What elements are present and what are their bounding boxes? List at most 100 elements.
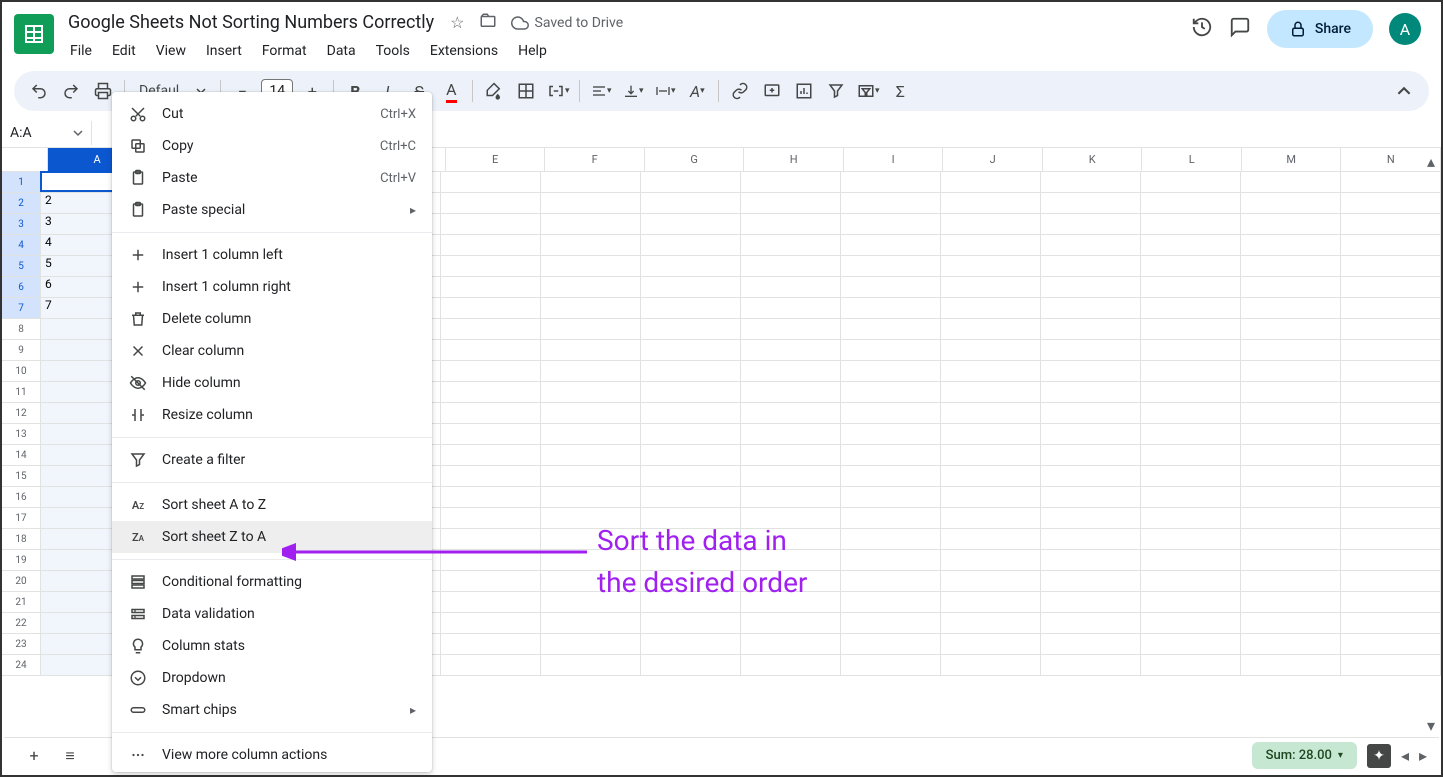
cell-J15[interactable] <box>941 466 1041 487</box>
cell-G19[interactable] <box>641 550 741 571</box>
menu-item-create-a-filter[interactable]: Create a filter <box>112 444 432 476</box>
cell-K14[interactable] <box>1041 445 1141 466</box>
cell-I16[interactable] <box>841 487 941 508</box>
cell-K15[interactable] <box>1041 466 1141 487</box>
cell-E21[interactable] <box>441 592 541 613</box>
row-header-19[interactable]: 19 <box>2 550 41 571</box>
cell-M19[interactable] <box>1241 550 1341 571</box>
cell-M14[interactable] <box>1241 445 1341 466</box>
cell-H10[interactable] <box>741 361 841 382</box>
menu-data[interactable]: Data <box>319 39 364 63</box>
cell-J11[interactable] <box>941 382 1041 403</box>
cell-I18[interactable] <box>841 529 941 550</box>
menu-item-data-validation[interactable]: Data validation <box>112 598 432 630</box>
col-header-l[interactable]: L <box>1142 148 1242 171</box>
cell-H5[interactable] <box>741 256 841 277</box>
cell-H22[interactable] <box>741 613 841 634</box>
cell-I15[interactable] <box>841 466 941 487</box>
menu-item-clear-column[interactable]: Clear column <box>112 335 432 367</box>
cell-G18[interactable] <box>641 529 741 550</box>
scroll-right-icon[interactable]: ▸ <box>1419 746 1427 765</box>
wrap-icon[interactable]: ▾ <box>650 76 680 106</box>
cell-M6[interactable] <box>1241 277 1341 298</box>
cell-M12[interactable] <box>1241 403 1341 424</box>
row-header-3[interactable]: 3 <box>2 214 41 235</box>
cell-H6[interactable] <box>741 277 841 298</box>
cell-G21[interactable] <box>641 592 741 613</box>
cell-F24[interactable] <box>541 655 641 676</box>
row-header-21[interactable]: 21 <box>2 592 41 613</box>
cell-H11[interactable] <box>741 382 841 403</box>
cell-K5[interactable] <box>1041 256 1141 277</box>
cell-F19[interactable] <box>541 550 641 571</box>
cell-H16[interactable] <box>741 487 841 508</box>
cell-M21[interactable] <box>1241 592 1341 613</box>
cell-J5[interactable] <box>941 256 1041 277</box>
row-header-16[interactable]: 16 <box>2 487 41 508</box>
cell-K1[interactable] <box>1041 172 1141 193</box>
toolbar-collapse-icon[interactable] <box>1389 76 1419 106</box>
cell-L15[interactable] <box>1141 466 1241 487</box>
row-header-20[interactable]: 20 <box>2 571 41 592</box>
add-sheet-icon[interactable]: + <box>16 738 52 774</box>
cell-L17[interactable] <box>1141 508 1241 529</box>
align-icon[interactable]: ▾ <box>586 76 616 106</box>
cell-F8[interactable] <box>541 319 641 340</box>
cell-G9[interactable] <box>641 340 741 361</box>
row-header-13[interactable]: 13 <box>2 424 41 445</box>
cell-L16[interactable] <box>1141 487 1241 508</box>
cell-L4[interactable] <box>1141 235 1241 256</box>
cell-L9[interactable] <box>1141 340 1241 361</box>
scroll-left-icon[interactable]: ◂ <box>1401 746 1409 765</box>
cell-K19[interactable] <box>1041 550 1141 571</box>
col-header-e[interactable]: E <box>446 148 546 171</box>
cell-E10[interactable] <box>441 361 541 382</box>
cell-E9[interactable] <box>441 340 541 361</box>
cell-M20[interactable] <box>1241 571 1341 592</box>
cell-J24[interactable] <box>941 655 1041 676</box>
cell-M22[interactable] <box>1241 613 1341 634</box>
cell-G4[interactable] <box>641 235 741 256</box>
explore-button[interactable]: ✦ <box>1367 744 1391 768</box>
cell-F14[interactable] <box>541 445 641 466</box>
row-header-6[interactable]: 6 <box>2 277 41 298</box>
cell-I22[interactable] <box>841 613 941 634</box>
cell-E20[interactable] <box>441 571 541 592</box>
cell-M13[interactable] <box>1241 424 1341 445</box>
cell-J6[interactable] <box>941 277 1041 298</box>
cell-K3[interactable] <box>1041 214 1141 235</box>
col-header-k[interactable]: K <box>1043 148 1143 171</box>
cell-G8[interactable] <box>641 319 741 340</box>
cell-K17[interactable] <box>1041 508 1141 529</box>
cell-L24[interactable] <box>1141 655 1241 676</box>
cell-L11[interactable] <box>1141 382 1241 403</box>
cell-E17[interactable] <box>441 508 541 529</box>
cell-F5[interactable] <box>541 256 641 277</box>
cell-I10[interactable] <box>841 361 941 382</box>
cell-K6[interactable] <box>1041 277 1141 298</box>
share-button[interactable]: Share <box>1267 10 1373 48</box>
cell-I12[interactable] <box>841 403 941 424</box>
cell-H1[interactable] <box>741 172 841 193</box>
cell-H13[interactable] <box>741 424 841 445</box>
cell-J13[interactable] <box>941 424 1041 445</box>
cell-K12[interactable] <box>1041 403 1141 424</box>
row-header-7[interactable]: 7 <box>2 298 41 319</box>
row-header-4[interactable]: 4 <box>2 235 41 256</box>
cell-G17[interactable] <box>641 508 741 529</box>
cell-E13[interactable] <box>441 424 541 445</box>
cell-L5[interactable] <box>1141 256 1241 277</box>
insert-chart-icon[interactable] <box>789 76 819 106</box>
cell-M7[interactable] <box>1241 298 1341 319</box>
cell-G12[interactable] <box>641 403 741 424</box>
menu-format[interactable]: Format <box>254 39 315 63</box>
row-header-15[interactable]: 15 <box>2 466 41 487</box>
row-header-8[interactable]: 8 <box>2 319 41 340</box>
cell-H23[interactable] <box>741 634 841 655</box>
cell-H19[interactable] <box>741 550 841 571</box>
row-header-23[interactable]: 23 <box>2 634 41 655</box>
cell-K8[interactable] <box>1041 319 1141 340</box>
fill-color-icon[interactable] <box>479 76 509 106</box>
cell-G22[interactable] <box>641 613 741 634</box>
cell-M15[interactable] <box>1241 466 1341 487</box>
